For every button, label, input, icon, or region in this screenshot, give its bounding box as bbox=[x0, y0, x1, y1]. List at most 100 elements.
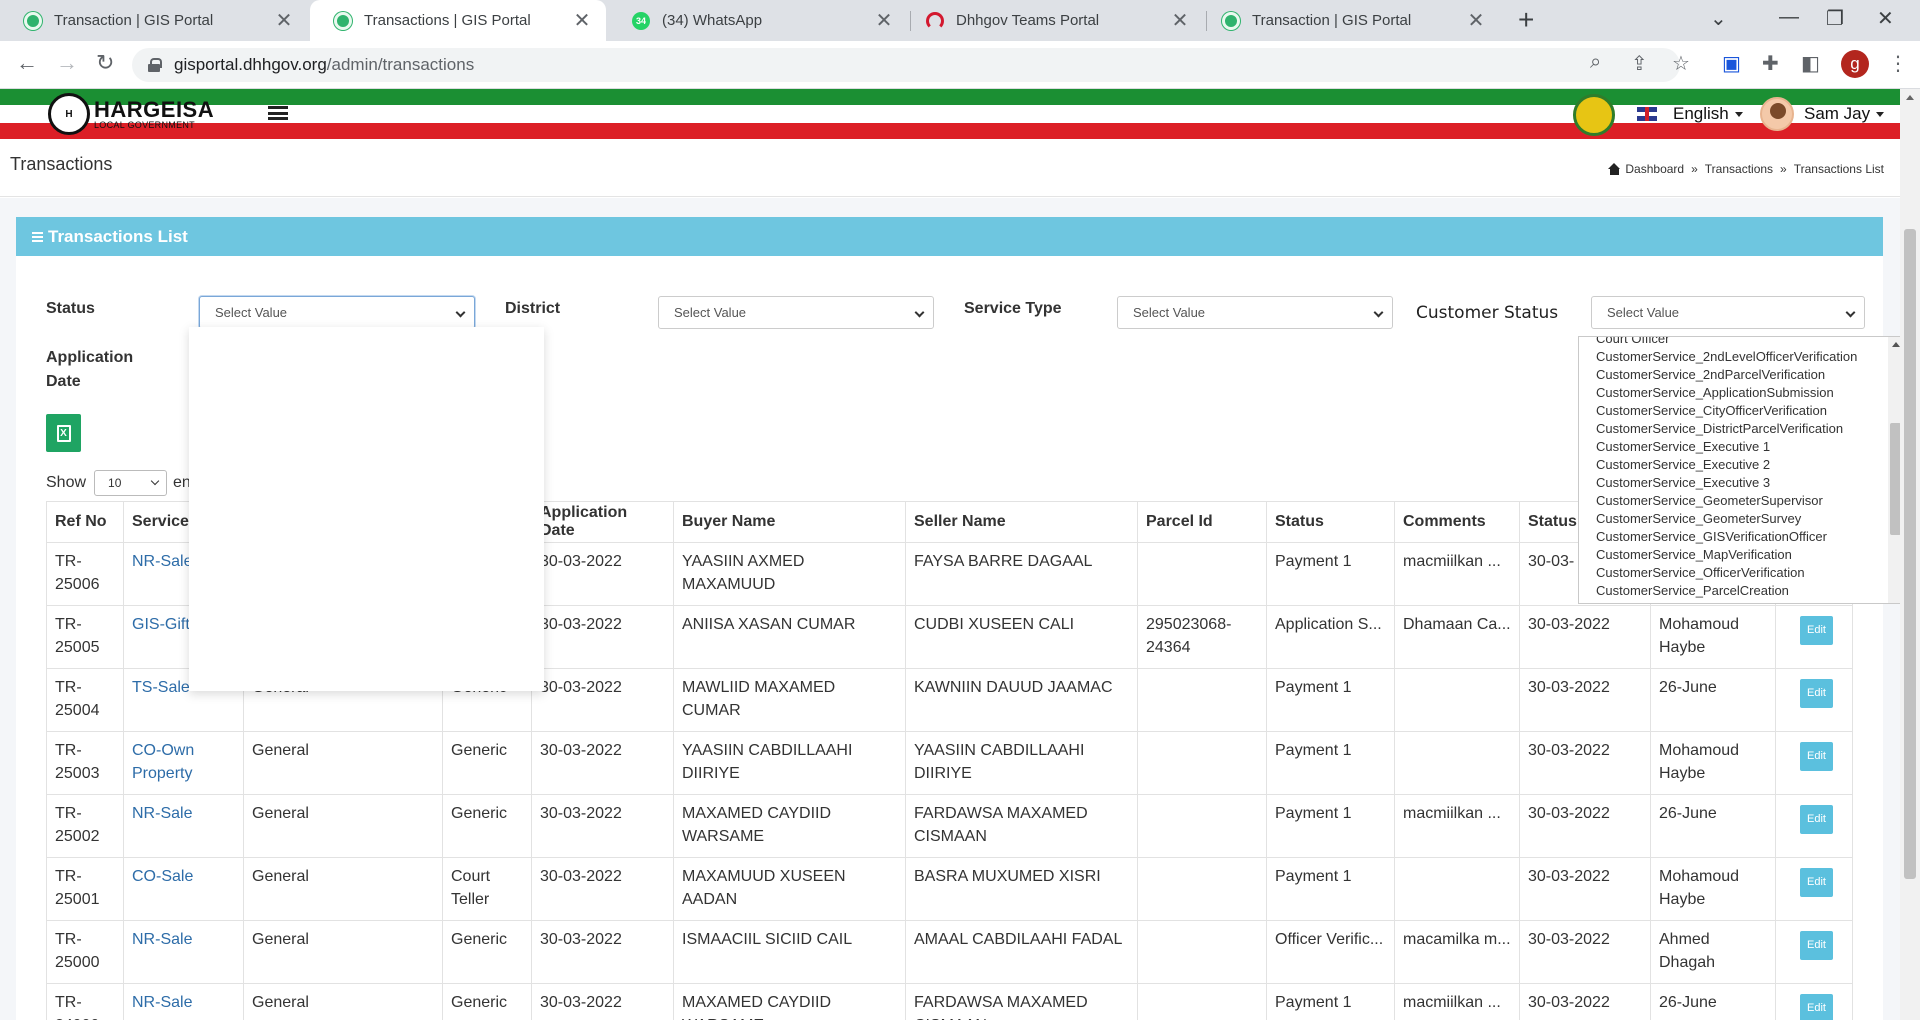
browser-tab-3[interactable]: Dhhgov Teams Portal ✕ bbox=[902, 0, 1204, 41]
lock-icon[interactable] bbox=[148, 58, 162, 72]
col-header-comments[interactable]: Comments bbox=[1394, 501, 1520, 543]
tab-search-icon[interactable]: ⌄ bbox=[1710, 6, 1727, 31]
status-filter-label: Status bbox=[46, 300, 95, 317]
service-link[interactable]: NR-Sale bbox=[132, 994, 192, 1011]
cell-seller-name: FARDAWSA MAXAMED CISMAAN bbox=[905, 794, 1138, 858]
minimize-icon[interactable]: — bbox=[1779, 6, 1799, 29]
col-header-buyer-name[interactable]: Buyer Name bbox=[673, 501, 906, 543]
status-select[interactable]: Select Value bbox=[199, 296, 475, 329]
customer-status-option[interactable]: Court Officer bbox=[1579, 337, 1903, 348]
kebab-menu-icon[interactable]: ⋮ bbox=[1888, 51, 1908, 76]
customer-status-option[interactable]: CustomerService_ApplicationSubmission bbox=[1579, 384, 1903, 402]
scroll-up-icon[interactable] bbox=[1906, 95, 1914, 100]
extension-icon[interactable]: ▣ bbox=[1722, 51, 1741, 76]
service-link[interactable]: CO-Own Property bbox=[132, 742, 194, 782]
customer-status-option[interactable]: CustomerService_GeometerSupervisor bbox=[1579, 492, 1903, 510]
edit-button[interactable]: Edit bbox=[1800, 616, 1833, 645]
service-link[interactable]: CO-Sale bbox=[132, 868, 193, 885]
edit-button[interactable]: Edit bbox=[1800, 994, 1833, 1020]
col-header-status[interactable]: Status bbox=[1266, 501, 1395, 543]
service-link[interactable]: NR-Sale bbox=[132, 553, 192, 570]
puzzle-icon[interactable]: ✚ bbox=[1762, 51, 1779, 76]
customer-status-option[interactable]: CustomerService_2ndLevelOfficerVerificat… bbox=[1579, 348, 1903, 366]
forward-icon[interactable]: → bbox=[56, 50, 78, 76]
reload-icon[interactable]: ↻ bbox=[96, 50, 114, 76]
cell-comments bbox=[1394, 731, 1520, 795]
close-icon[interactable]: ✕ bbox=[1466, 8, 1486, 33]
side-panel-icon[interactable]: ◧ bbox=[1801, 51, 1820, 76]
browser-tab-0[interactable]: Transaction | GIS Portal ✕ bbox=[0, 0, 308, 41]
service-link[interactable]: GIS-Gift bbox=[132, 616, 190, 633]
chevron-down-icon bbox=[1845, 307, 1856, 318]
service-link[interactable]: TS-Sale bbox=[132, 679, 190, 696]
cell-application-date: 30-03-2022 bbox=[531, 731, 674, 795]
language-selector[interactable]: English bbox=[1637, 104, 1743, 124]
tab-title: Transaction | GIS Portal bbox=[1252, 12, 1412, 29]
close-icon[interactable]: ✕ bbox=[274, 8, 294, 33]
bookmark-star-icon[interactable]: ☆ bbox=[1672, 51, 1690, 76]
cell-application-date: 30-03-2022 bbox=[531, 794, 674, 858]
browser-tab-4[interactable]: Transaction | GIS Portal ✕ bbox=[1198, 0, 1500, 41]
back-icon[interactable]: ← bbox=[16, 50, 38, 76]
breadcrumb-transactions[interactable]: Transactions bbox=[1705, 162, 1773, 176]
zoom-icon[interactable]: ⌕ bbox=[1590, 51, 1601, 74]
district-select-value: Select Value bbox=[674, 305, 747, 320]
edit-button[interactable]: Edit bbox=[1800, 805, 1833, 834]
customer-status-option[interactable]: CustomerService_ParcelCreation bbox=[1579, 582, 1903, 600]
status-dropdown-panel[interactable] bbox=[189, 327, 544, 691]
customer-status-option[interactable]: CustomerService_CityOfficerVerification bbox=[1579, 402, 1903, 420]
cell-status-date: 30-03-2022 bbox=[1519, 668, 1651, 732]
share-icon[interactable]: ⇪ bbox=[1631, 51, 1648, 76]
col-header-parcel-id[interactable]: Parcel Id bbox=[1137, 501, 1267, 543]
customer-status-option[interactable]: CustomerService_2ndParcelVerification bbox=[1579, 366, 1903, 384]
close-icon[interactable]: ✕ bbox=[874, 8, 894, 33]
edit-button[interactable]: Edit bbox=[1800, 931, 1833, 960]
breadcrumb-transactions-list: Transactions List bbox=[1793, 162, 1884, 176]
address-bar[interactable]: gisportal.dhhgov.org/admin/transactions bbox=[132, 48, 1680, 82]
browser-tab-1[interactable]: Transactions | GIS Portal ✕ bbox=[310, 0, 606, 41]
close-icon[interactable]: ✕ bbox=[572, 8, 592, 33]
district-select[interactable]: Select Value bbox=[658, 296, 934, 329]
edit-button[interactable]: Edit bbox=[1800, 868, 1833, 897]
service-link[interactable]: NR-Sale bbox=[132, 931, 192, 948]
hamburger-menu-icon[interactable] bbox=[268, 106, 288, 120]
customer-status-option[interactable]: CustomerService_OfficerVerification bbox=[1579, 564, 1903, 582]
cell-buyer-name: YAASIIN CABDILLAAHI DIIRIYE bbox=[673, 731, 906, 795]
page-length-select[interactable]: 10 bbox=[94, 470, 168, 496]
col-header-application-date[interactable]: Application Date bbox=[531, 501, 674, 543]
scroll-up-icon[interactable] bbox=[1892, 342, 1900, 347]
customer-status-option[interactable]: CustomerService_Executive 2 bbox=[1579, 456, 1903, 474]
profile-avatar[interactable]: g bbox=[1841, 50, 1869, 78]
close-icon[interactable]: ✕ bbox=[1170, 8, 1190, 33]
customer-status-option[interactable]: CustomerService_GeometerSurvey bbox=[1579, 510, 1903, 528]
customer-status-option[interactable]: CustomerService_Executive 1 bbox=[1579, 438, 1903, 456]
hargeisa-logo[interactable]: H HARGEISA LOCAL GOVERNMENT bbox=[48, 93, 214, 135]
window-close-icon[interactable]: ✕ bbox=[1877, 6, 1894, 31]
restore-icon[interactable]: ❐ bbox=[1826, 6, 1844, 31]
customer-status-option[interactable]: CustomerService_Executive 3 bbox=[1579, 474, 1903, 492]
customer-status-option[interactable]: CustomerService_MapVerification bbox=[1579, 546, 1903, 564]
cell-officer: 26-June bbox=[1650, 668, 1776, 732]
cell-application-date: 30-03-2022 bbox=[531, 668, 674, 732]
language-label: English bbox=[1673, 104, 1729, 123]
breadcrumb-dashboard[interactable]: Dashboard bbox=[1625, 162, 1684, 176]
cell-buyer-name: ISMAACIIL SICIID CAIL bbox=[673, 920, 906, 984]
customer-status-select[interactable]: Select Value bbox=[1591, 296, 1865, 329]
col-header-ref-no[interactable]: Ref No bbox=[46, 501, 124, 543]
page-scrollbar[interactable] bbox=[1900, 89, 1920, 1020]
cell-officer: 26-June bbox=[1650, 794, 1776, 858]
edit-button[interactable]: Edit bbox=[1800, 679, 1833, 708]
edit-button[interactable]: Edit bbox=[1800, 742, 1833, 771]
user-menu[interactable]: Sam Jay bbox=[1760, 97, 1885, 131]
cell-type: Generic bbox=[442, 794, 532, 858]
service-type-select[interactable]: Select Value bbox=[1117, 296, 1393, 329]
customer-status-dropdown[interactable]: Court Officer CustomerService_2ndLevelOff… bbox=[1578, 336, 1904, 604]
browser-tab-2[interactable]: 34 (34) WhatsApp ✕ bbox=[608, 0, 908, 41]
col-header-seller-name[interactable]: Seller Name bbox=[905, 501, 1138, 543]
customer-status-option[interactable]: CustomerService_GISVerificationOfficer bbox=[1579, 528, 1903, 546]
new-tab-icon[interactable]: + bbox=[1518, 6, 1534, 34]
service-link[interactable]: NR-Sale bbox=[132, 805, 192, 822]
customer-status-option[interactable]: CustomerService_DistrictParcelVerificati… bbox=[1579, 420, 1903, 438]
scroll-thumb[interactable] bbox=[1904, 229, 1916, 879]
export-excel-button[interactable]: X bbox=[46, 414, 81, 452]
